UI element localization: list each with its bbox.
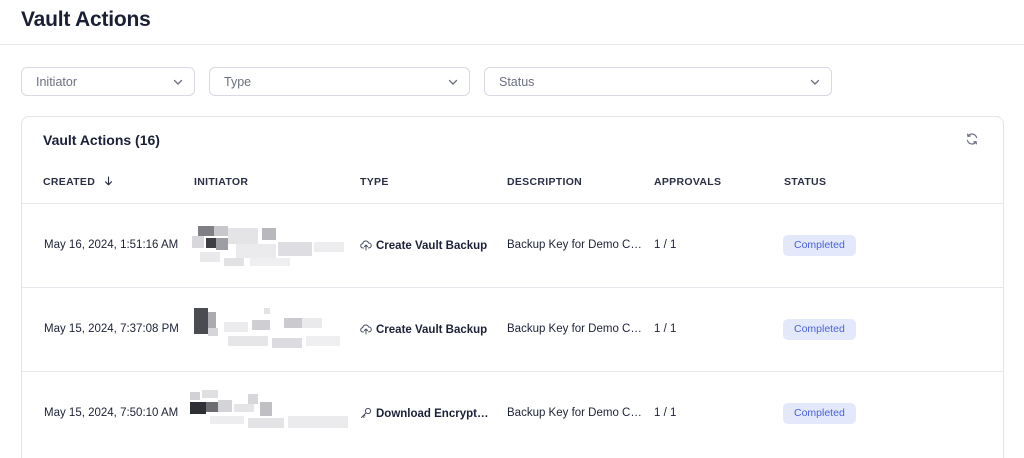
initiator-avatar-redacted (188, 390, 348, 438)
column-status: STATUS (784, 176, 827, 188)
column-type: TYPE (360, 176, 389, 188)
status-filter[interactable]: Status (484, 67, 832, 96)
table-row[interactable]: May 15, 2024, 7:37:08 PM Create Vault Ba… (22, 287, 1003, 371)
description-cell: Backup Key for Demo Ca... (507, 323, 643, 335)
key-icon (361, 407, 372, 418)
type-label: Create Vault Backup (376, 240, 488, 252)
cloud-upload-icon (360, 324, 372, 335)
column-created-label: CREATED (43, 176, 96, 188)
column-description: DESCRIPTION (507, 176, 583, 188)
table-row[interactable]: May 16, 2024, 1:51:16 AM Create Vault Ba… (22, 203, 1003, 287)
column-approvals: APPROVALS (654, 176, 722, 188)
type-label: Create Vault Backup (376, 324, 488, 336)
type-cell: Create Vault Backup (360, 323, 487, 336)
description-cell: Backup Key for Demo Ca... (507, 407, 643, 419)
initiator-filter[interactable]: Initiator (21, 67, 195, 96)
page-header: Vault Actions (0, 0, 1024, 45)
refresh-icon[interactable] (965, 132, 979, 146)
vault-actions-card: Vault Actions (16) CREATED INITIATOR TYP… (21, 116, 1004, 458)
type-filter-label: Type (224, 75, 252, 89)
chevron-down-icon (810, 79, 820, 85)
status-badge: Completed (783, 319, 856, 340)
created-cell: May 15, 2024, 7:37:08 PM (44, 323, 179, 335)
status-filter-label: Status (499, 75, 535, 89)
approvals-cell: 1 / 1 (654, 323, 677, 335)
status-badge: Completed (783, 235, 856, 256)
type-cell: Download Encrypted ... (360, 407, 492, 420)
type-filter[interactable]: Type (209, 67, 470, 96)
page-title: Vault Actions (21, 8, 151, 31)
status-badge: Completed (783, 403, 856, 424)
initiator-avatar-redacted (188, 222, 348, 270)
cloud-upload-icon (360, 240, 372, 251)
initiator-avatar-redacted (188, 306, 348, 354)
arrow-down-icon (105, 176, 113, 186)
approvals-cell: 1 / 1 (654, 407, 677, 419)
description-cell: Backup Key for Demo Ca... (507, 239, 643, 251)
type-cell: Create Vault Backup (360, 239, 487, 252)
initiator-filter-label: Initiator (36, 75, 77, 89)
column-initiator: INITIATOR (194, 176, 249, 188)
card-title: Vault Actions (16) (43, 132, 160, 148)
type-label: Download Encrypted ... (376, 408, 492, 420)
column-created[interactable]: CREATED (43, 176, 113, 188)
chevron-down-icon (448, 79, 458, 85)
created-cell: May 16, 2024, 1:51:16 AM (44, 239, 179, 251)
chevron-down-icon (173, 79, 183, 85)
created-cell: May 15, 2024, 7:50:10 AM (44, 407, 179, 419)
table-row[interactable]: May 15, 2024, 7:50:10 AM Download Encryp… (22, 371, 1003, 455)
approvals-cell: 1 / 1 (654, 239, 677, 251)
